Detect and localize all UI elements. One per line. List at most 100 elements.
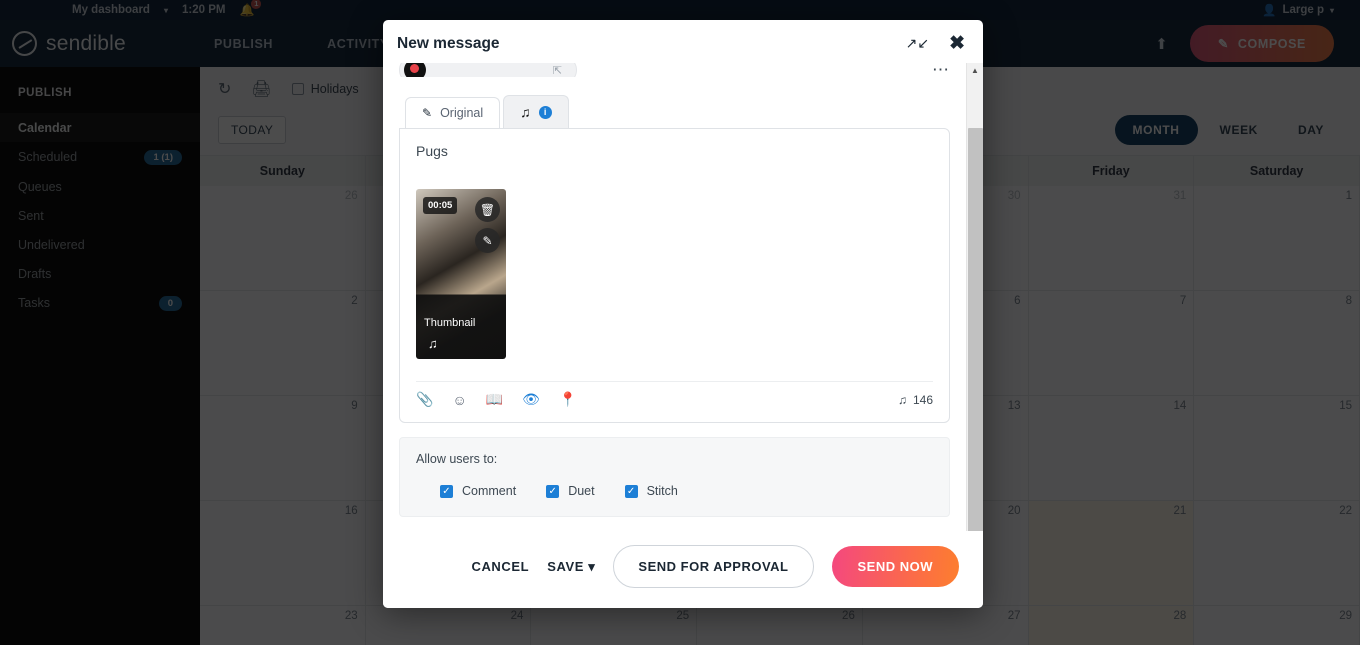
calendar-day-cell[interactable]: 25 — [531, 606, 698, 645]
collapse-icon[interactable]: ⇱ — [553, 64, 562, 77]
notifications-button[interactable]: 🔔 1 — [239, 0, 262, 17]
dashboard-menu[interactable]: My dashboard — [72, 4, 150, 16]
calendar-day-cell[interactable]: 29 — [1194, 606, 1360, 645]
user-menu[interactable]: 👤 Large p ▾ — [1262, 3, 1334, 17]
send-for-approval-button[interactable]: SEND FOR APPROVAL — [613, 545, 814, 588]
calendar-day-cell[interactable]: 22 — [1194, 501, 1360, 606]
brand-logo[interactable]: sendible — [12, 31, 200, 56]
nav-item-activity[interactable]: ACTIVITY — [327, 37, 389, 51]
upload-icon[interactable]: ⬆ — [1155, 35, 1168, 53]
scroll-up-arrow-icon[interactable]: ▲ — [971, 63, 979, 78]
calendar-day-cell[interactable]: 23 — [200, 606, 366, 645]
calendar-day-number: 13 — [1007, 400, 1021, 412]
avatar: 👤 — [1262, 5, 1277, 17]
profile-selector-row: ⇱ ⋯ — [399, 63, 950, 77]
print-icon[interactable]: 🖨 — [251, 79, 271, 99]
view-week-button[interactable]: WEEK — [1202, 115, 1276, 145]
cancel-button[interactable]: CANCEL — [471, 559, 529, 574]
tiktok-icon: ♫ — [520, 104, 531, 120]
calendar-day-number: 30 — [1007, 190, 1021, 202]
sidebar-item-scheduled[interactable]: Scheduled 1 (1) — [0, 142, 200, 172]
day-header-friday: Friday — [1029, 156, 1195, 186]
sidebar-item-calendar[interactable]: Calendar — [0, 113, 200, 142]
calendar-day-cell[interactable]: 28 — [1028, 606, 1195, 645]
allow-users-title: Allow users to: — [416, 452, 498, 466]
trash-icon[interactable]: 🗑 — [475, 197, 500, 222]
media-thumbnail[interactable]: 00:05 🗑 ✎ Thumbnail ♫ — [416, 189, 506, 359]
save-label: SAVE — [547, 558, 585, 574]
info-icon[interactable]: i — [538, 105, 552, 119]
sidebar-item-sent[interactable]: Sent — [0, 201, 200, 230]
tiktok-icon: ♫ — [428, 336, 438, 351]
sidebar-item-label: Calendar — [18, 120, 72, 135]
calendar-day-cell[interactable]: 26 — [200, 186, 366, 291]
tab-label: Original — [440, 106, 484, 120]
calendar-day-number: 25 — [676, 610, 690, 622]
scrollbar-track[interactable] — [967, 78, 983, 531]
calendar-day-cell[interactable]: 1 — [1194, 186, 1360, 291]
tab-tiktok[interactable]: ♫ i — [503, 95, 569, 128]
calendar-day-cell[interactable]: 24 — [365, 606, 532, 645]
sidebar-badge: 0 — [158, 295, 182, 311]
preview-icon[interactable]: 👁 — [522, 391, 540, 408]
refresh-icon[interactable]: ↻ — [218, 79, 231, 99]
scrollbar-thumb[interactable] — [968, 128, 983, 531]
save-button[interactable]: SAVE ▾ — [547, 559, 595, 575]
calendar-day-cell[interactable]: 27 — [862, 606, 1029, 645]
compose-button[interactable]: ✎ COMPOSE — [1189, 25, 1334, 62]
calendar-day-number: 2 — [351, 295, 358, 307]
chevron-down-icon[interactable]: ▾ — [164, 6, 168, 15]
sidebar-item-label: Queues — [18, 179, 62, 194]
close-icon[interactable]: ✖ — [949, 34, 965, 53]
tab-original[interactable]: ✎ Original — [405, 97, 501, 128]
library-icon[interactable]: 📖 — [486, 391, 503, 408]
notification-count: 1 — [251, 0, 262, 9]
calendar-day-cell[interactable]: 9 — [200, 396, 366, 501]
expand-icon[interactable]: ↗↙ — [906, 35, 929, 52]
holidays-checkbox[interactable]: Holidays — [291, 82, 359, 96]
checkbox-box — [291, 83, 304, 95]
calendar-day-cell[interactable]: 2 — [200, 291, 366, 396]
composer-tabs: ✎ Original ♫ i — [399, 95, 950, 128]
allow-duet-checkbox[interactable]: ✓ Duet — [546, 484, 595, 498]
calendar-day-cell[interactable]: 21 — [1028, 501, 1195, 606]
calendar-day-cell[interactable]: 16 — [200, 501, 366, 606]
more-options-icon[interactable]: ⋯ — [932, 63, 950, 77]
sidebar-item-queues[interactable]: Queues — [0, 172, 200, 201]
calendar-day-cell[interactable]: 15 — [1194, 396, 1360, 501]
calendar-day-cell[interactable]: 31 — [1028, 186, 1195, 291]
chevron-down-icon[interactable]: ▾ — [1330, 6, 1334, 15]
nav-item-publish[interactable]: PUBLISH — [214, 37, 273, 51]
allow-comment-checkbox[interactable]: ✓ Comment — [440, 484, 516, 498]
send-now-button[interactable]: SEND NOW — [831, 546, 959, 587]
view-month-button[interactable]: MONTH — [1114, 115, 1198, 145]
allow-stitch-checkbox[interactable]: ✓ Stitch — [624, 484, 678, 498]
calendar-day-cell[interactable]: 7 — [1028, 291, 1195, 396]
calendar-day-number: 28 — [1173, 610, 1187, 622]
calendar-day-cell[interactable]: 14 — [1028, 396, 1195, 501]
calendar-day-cell[interactable]: 26 — [697, 606, 863, 645]
sidebar-item-undelivered[interactable]: Undelivered — [0, 230, 200, 259]
modal-footer: CANCEL SAVE ▾ SEND FOR APPROVAL SEND NOW — [383, 531, 983, 608]
sidebar-item-drafts[interactable]: Drafts — [0, 259, 200, 288]
modal-title: New message — [397, 34, 500, 52]
view-day-button[interactable]: DAY — [1280, 115, 1342, 145]
message-text[interactable]: Pugs — [416, 143, 933, 159]
sidebar: PUBLISH Calendar Scheduled 1 (1) Queues … — [0, 67, 200, 645]
modal-tool-icons: 📅 ☰ ⚙ ⬆ — [399, 517, 950, 531]
profile-chip[interactable]: ⇱ — [399, 63, 577, 77]
message-editor[interactable]: Pugs 00:05 🗑 ✎ Thumbnail ♫ 📎 ☺ 📖 👁 📍 ♫ 1… — [399, 128, 950, 423]
pencil-edit-icon[interactable]: ✎ — [475, 228, 500, 253]
brand-name: sendible — [46, 31, 126, 55]
calendar-day-cell[interactable]: 8 — [1194, 291, 1360, 396]
sidebar-item-label: Sent — [18, 208, 44, 223]
calendar-day-number: 26 — [842, 610, 855, 622]
modal-scrollbar[interactable]: ▲ ▼ — [966, 63, 983, 531]
user-name: Large p — [1282, 4, 1324, 16]
sendible-logo-icon — [12, 31, 37, 56]
attach-icon[interactable]: 📎 — [416, 391, 433, 408]
emoji-icon[interactable]: ☺ — [452, 392, 466, 408]
sidebar-item-tasks[interactable]: Tasks 0 — [0, 288, 200, 318]
today-button[interactable]: TODAY — [218, 116, 287, 144]
location-icon[interactable]: 📍 — [559, 391, 576, 408]
